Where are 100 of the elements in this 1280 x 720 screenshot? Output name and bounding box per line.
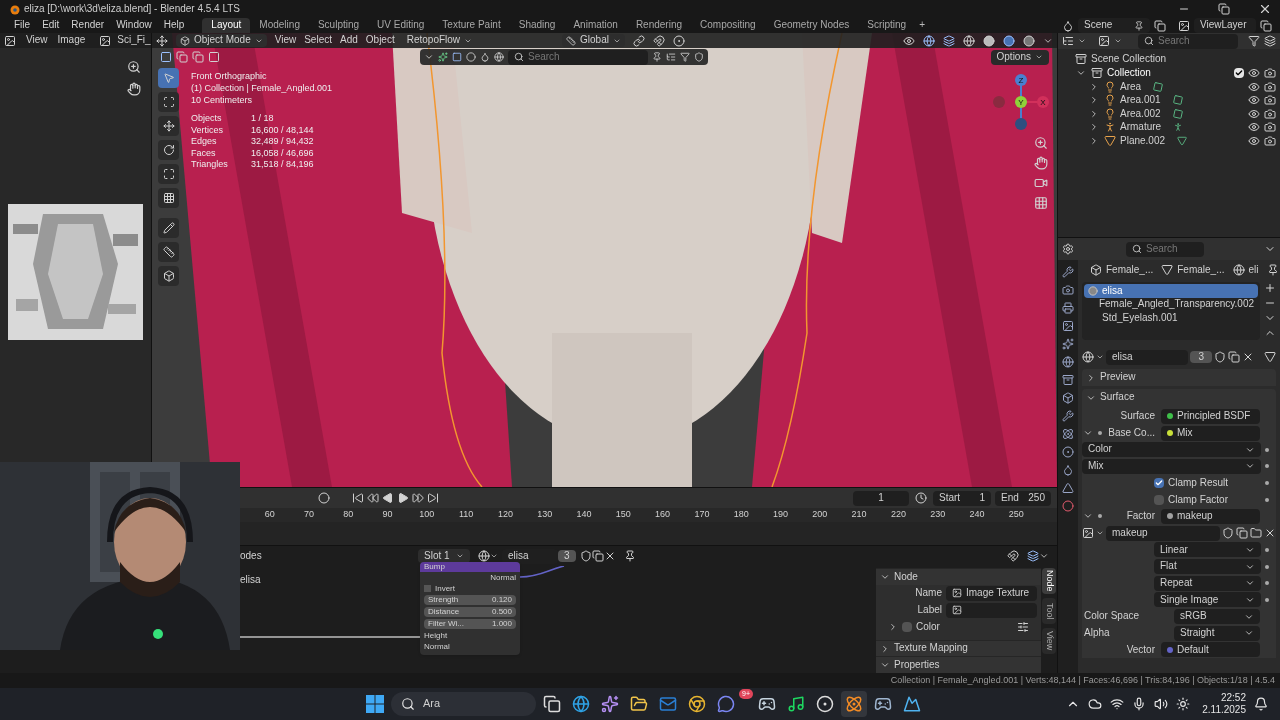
menu-item[interactable]: Window (116, 19, 152, 32)
menu-item[interactable]: Help (163, 19, 185, 32)
frame-number: 170 (693, 509, 711, 521)
slot-dropdown[interactable]: Slot 1 (418, 549, 470, 563)
material-field[interactable]: elisa (1106, 349, 1189, 365)
field-label: Name (914, 586, 942, 600)
checkbox-label: Invert (435, 584, 455, 593)
field-label: Factor (1125, 510, 1156, 523)
dropdown[interactable]: Repeat (1154, 575, 1261, 591)
workspace-tab[interactable]: Texture Paint (433, 18, 510, 33)
value-field[interactable]: Filter Wi... 1.000 (424, 619, 516, 629)
workspace-tab[interactable]: Modeling (250, 18, 309, 33)
checkbox-label: Clamp Result (1168, 476, 1229, 490)
panel-header[interactable]: Node (876, 569, 1041, 585)
frame-number: 100 (418, 509, 436, 521)
workspace-tab[interactable]: Shading (509, 18, 565, 33)
menu-item[interactable]: File (14, 19, 31, 32)
socket-field[interactable]: makeup (1161, 508, 1260, 524)
menu-item[interactable]: Render (71, 19, 105, 32)
add-tab-button[interactable]: + (919, 19, 925, 32)
workspace-tab[interactable]: Geometry Nodes (764, 18, 859, 33)
workspace-tab[interactable]: Rendering (626, 18, 692, 33)
user-count: 3 (558, 549, 576, 563)
slot-item[interactable]: Female_Angled_Transparency.002 (1084, 297, 1258, 311)
workspace-tab[interactable]: Compositing (691, 18, 765, 33)
node-title: Bump (420, 562, 520, 572)
frame-number: 150 (614, 509, 632, 521)
tree-item[interactable]: Area (1120, 80, 1142, 93)
field-label: Color Space (1083, 610, 1141, 623)
image-field[interactable]: makeup (1106, 525, 1220, 541)
dropdown[interactable]: Color (1082, 442, 1261, 458)
workspace-tab[interactable]: Animation (564, 18, 627, 33)
clock[interactable]: 22:52 2.11.2025 (1202, 692, 1246, 716)
frame-field[interactable]: 1 (853, 490, 909, 506)
workspace-tab[interactable]: UV Editing (368, 18, 434, 33)
workspace-tab[interactable]: Layout (202, 18, 251, 33)
name-field[interactable]: Image Texture (946, 585, 1037, 601)
panel-header[interactable]: Properties (876, 657, 1041, 673)
menu-item[interactable]: Image (57, 34, 86, 47)
frame-number: 210 (850, 509, 868, 521)
dropdown[interactable]: Single Image (1154, 592, 1261, 608)
workspace-tab[interactable]: Sculpting (308, 18, 369, 33)
end-frame-field[interactable]: End 250 (995, 490, 1051, 506)
checkbox-label: Clamp Factor (1168, 493, 1228, 507)
workspace-tab[interactable]: Scripting (858, 18, 916, 33)
dropdown[interactable]: Straight (1174, 625, 1260, 641)
panel-header[interactable]: Texture Mapping (876, 640, 1041, 657)
menu-item[interactable]: View (26, 34, 48, 47)
scene-field[interactable]: Scene (1078, 18, 1150, 33)
frame-number: 240 (968, 509, 986, 521)
section-label: Color (916, 620, 940, 634)
frame-number: 160 (654, 509, 672, 521)
field-label: Surface (1119, 410, 1156, 423)
socket-field[interactable]: Mix (1161, 425, 1260, 441)
frame-number: 180 (732, 509, 750, 521)
search-field[interactable]: Search (1138, 33, 1238, 49)
sidebar-tab[interactable]: Node (1042, 568, 1056, 594)
value-field[interactable]: Distance 0.500 (424, 607, 516, 617)
panel-header[interactable]: Preview (1082, 369, 1276, 386)
sidebar-tab[interactable]: Tool (1042, 598, 1056, 624)
breadcrumb-item[interactable]: Female_... (1106, 263, 1154, 277)
frame-number: 250 (1007, 509, 1025, 521)
tree-item[interactable]: Plane.002 (1120, 134, 1166, 147)
dropdown[interactable]: Mix (1082, 458, 1261, 474)
tree-item[interactable]: Area.001 (1120, 94, 1161, 107)
frame-number: 230 (929, 509, 947, 521)
sidebar-tab[interactable]: View (1042, 628, 1056, 654)
editor-label: odes (240, 549, 263, 563)
breadcrumb-item[interactable]: eli (1248, 263, 1259, 277)
search-field[interactable]: Ara (391, 692, 536, 716)
frame-number: 60 (263, 509, 276, 521)
socket-field[interactable]: Principled BSDF (1161, 408, 1260, 424)
frame-number: 200 (811, 509, 829, 521)
image-name[interactable]: Sci_Fi_ (117, 34, 151, 47)
dropdown[interactable]: Linear (1154, 542, 1261, 558)
dropdown[interactable]: sRGB (1174, 609, 1260, 625)
slot-item[interactable]: Std_Eyelash.001 (1084, 311, 1258, 325)
panel-header[interactable]: Surface (1082, 389, 1276, 406)
value-field[interactable]: Strength 0.120 (424, 595, 516, 605)
user-count: 3 (1190, 350, 1212, 364)
field-label: Base Co... (1107, 426, 1156, 440)
frame-number: 130 (536, 509, 554, 521)
frame-number: 140 (575, 509, 593, 521)
dropdown[interactable]: Flat (1154, 559, 1261, 575)
field-label: Alpha (1083, 627, 1111, 640)
socket-label: Height (423, 630, 449, 641)
tree-item[interactable]: Scene Collection (1091, 52, 1167, 66)
tree-item[interactable]: Collection (1107, 66, 1151, 80)
socket-label: Normal (423, 641, 451, 652)
socket-field[interactable]: Default (1161, 642, 1260, 658)
breadcrumb-item[interactable]: Female_... (1177, 263, 1225, 277)
view-layer-field[interactable]: ViewLayer (1194, 18, 1256, 33)
socket-label: Normal (490, 572, 517, 583)
menu-item[interactable]: Edit (42, 19, 60, 32)
frame-number: 70 (302, 509, 315, 521)
tree-item[interactable]: Area.002 (1120, 107, 1161, 120)
start-frame-field[interactable]: Start 1 (933, 490, 991, 506)
slot-item[interactable]: elisa (1084, 284, 1258, 298)
search-field[interactable]: Search (1126, 241, 1204, 257)
tree-item[interactable]: Armature (1120, 121, 1162, 134)
